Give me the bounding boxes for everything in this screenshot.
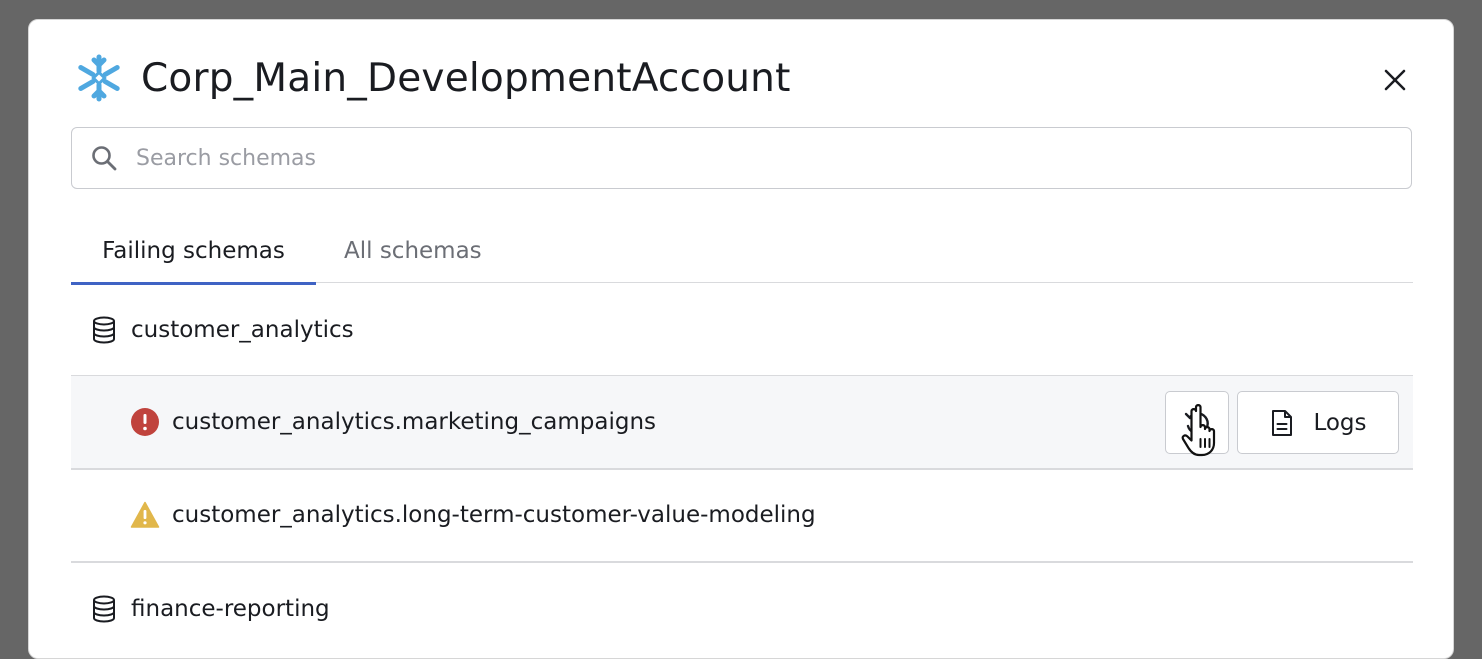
group-name: finance-reporting bbox=[131, 596, 330, 622]
document-icon bbox=[1272, 409, 1293, 436]
schema-row[interactable]: customer_analytics.long-term-customer-va… bbox=[71, 469, 1413, 561]
error-icon bbox=[131, 408, 159, 436]
tab-label: All schemas bbox=[344, 238, 482, 264]
search-input[interactable] bbox=[134, 144, 1338, 172]
schema-dialog: Corp_Main_DevelopmentAccount Failing sch… bbox=[28, 19, 1454, 659]
schema-name: customer_analytics.marketing_campaigns bbox=[172, 409, 656, 435]
warning-icon bbox=[130, 501, 160, 528]
search-icon bbox=[92, 146, 117, 171]
schema-group-row[interactable]: customer_analytics bbox=[71, 284, 1413, 376]
database-icon bbox=[93, 595, 115, 623]
tab-label: Failing schemas bbox=[102, 238, 285, 264]
dialog-title: Corp_Main_DevelopmentAccount bbox=[141, 55, 791, 101]
close-button[interactable] bbox=[1379, 64, 1411, 96]
logs-button[interactable]: Logs bbox=[1237, 391, 1399, 454]
search-box bbox=[71, 127, 1412, 189]
database-icon bbox=[93, 316, 115, 344]
close-icon bbox=[1384, 69, 1406, 91]
retry-button[interactable] bbox=[1165, 391, 1229, 454]
snowflake-icon bbox=[78, 54, 120, 102]
row-actions: Logs bbox=[1165, 391, 1399, 454]
tab-all-schemas[interactable]: All schemas bbox=[344, 226, 482, 283]
schema-row[interactable]: customer_analytics.marketing_campaigns L… bbox=[71, 376, 1413, 468]
schema-tabs: Failing schemas All schemas bbox=[71, 226, 1413, 285]
group-name: customer_analytics bbox=[131, 317, 354, 343]
schema-name: customer_analytics.long-term-customer-va… bbox=[172, 502, 816, 528]
tab-failing-schemas[interactable]: Failing schemas bbox=[71, 226, 316, 285]
schema-group-row[interactable]: finance-reporting bbox=[71, 563, 1413, 655]
logs-button-label: Logs bbox=[1313, 409, 1367, 436]
retry-icon bbox=[1184, 411, 1209, 435]
dialog-header: Corp_Main_DevelopmentAccount bbox=[73, 48, 791, 108]
